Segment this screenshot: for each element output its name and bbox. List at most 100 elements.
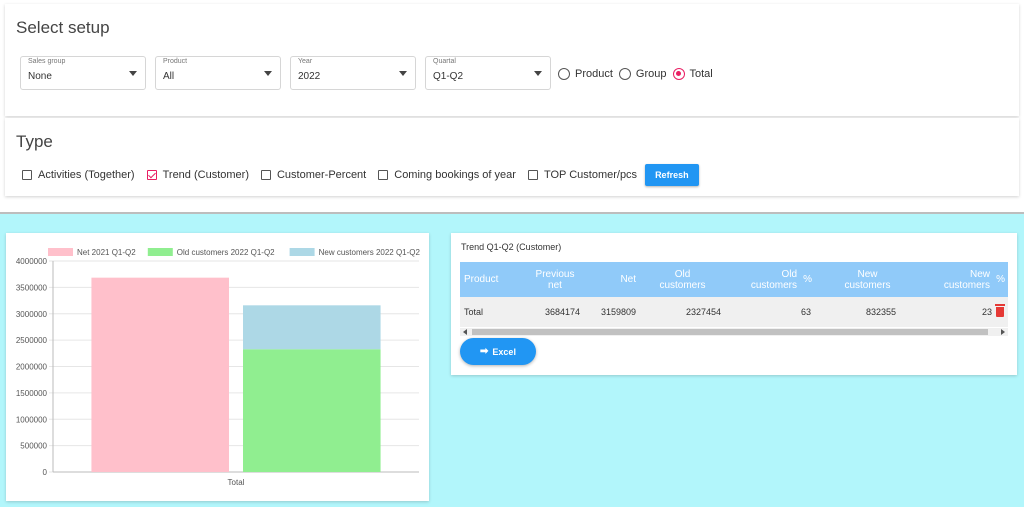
cell-product: Total: [460, 297, 526, 327]
excel-label: Excel: [492, 346, 516, 357]
product-select[interactable]: Product All: [155, 56, 281, 90]
excel-export-button[interactable]: ➡ Excel: [460, 338, 536, 365]
legend-swatch: [289, 248, 315, 256]
select-label: Product: [163, 58, 188, 65]
header-line: customers: [844, 279, 891, 291]
cell-new-pct: 23: [981, 306, 992, 317]
scroll-left-icon[interactable]: [463, 329, 467, 335]
header-text: Net: [620, 274, 636, 285]
table-header-row: Product Previous net Net Old customers O…: [460, 262, 1008, 297]
radio-label: Group: [635, 68, 667, 80]
checkbox-label: Coming bookings of year: [394, 169, 516, 181]
legend-label: Net 2021 Q1-Q2: [77, 248, 136, 257]
trash-icon[interactable]: [995, 304, 1005, 318]
radio-product[interactable]: Product: [558, 68, 613, 80]
refresh-button[interactable]: Refresh: [645, 164, 699, 186]
chart-card: 0 500000 1000000 1500000 2000000 2500000 30000…: [6, 233, 429, 501]
chevron-down-icon: [534, 71, 542, 76]
cell-old-pct: 63: [725, 297, 815, 327]
col-old-customers-pct[interactable]: Old customers %: [725, 262, 815, 297]
setup-title: Select setup: [16, 18, 110, 37]
cell-old-customers: 2327454: [640, 297, 725, 327]
y-tick-label: 2500000: [16, 336, 48, 345]
col-new-customers-pct[interactable]: New customers %: [900, 262, 1008, 297]
y-tick-label: 0: [43, 468, 48, 477]
select-label: Quartal: [433, 58, 456, 65]
checkbox-box: [146, 170, 157, 180]
col-net[interactable]: Net: [584, 262, 640, 297]
type-title: Type: [16, 132, 53, 151]
header-line: net: [548, 279, 562, 291]
year-select[interactable]: Year 2022: [290, 56, 416, 90]
legend-label: Old customers 2022 Q1-Q2: [177, 248, 275, 257]
cell-new-pct-wrap: 23: [900, 297, 1008, 327]
scroll-right-icon[interactable]: [1001, 329, 1005, 335]
header-line: Old: [781, 268, 797, 280]
header-line: customers: [943, 279, 990, 291]
radio-label: Product: [575, 68, 613, 80]
checkbox-coming-bookings[interactable]: Coming bookings of year: [378, 169, 516, 181]
bar-a: [91, 277, 230, 472]
header-line: customers: [750, 279, 797, 291]
x-tick-label: Total: [228, 478, 245, 487]
radio-label: Total: [689, 68, 713, 80]
legend-swatch: [147, 248, 173, 256]
select-label: Sales group: [28, 58, 66, 65]
col-old-customers[interactable]: Old customers: [640, 262, 725, 297]
col-new-customers[interactable]: New customers: [815, 262, 900, 297]
checkbox-trend-customer[interactable]: Trend (Customer): [146, 169, 249, 181]
checkbox-customer-percent[interactable]: Customer-Percent: [260, 169, 367, 181]
radio-circle: [618, 68, 631, 80]
checkbox-label: Customer-Percent: [276, 169, 367, 181]
bar-b: [243, 349, 381, 472]
table-title: Trend Q1-Q2 (Customer): [461, 242, 562, 252]
table-row[interactable]: Total 3684174 3159809 2327454 63 832355 …: [460, 297, 1008, 327]
col-product[interactable]: Product: [460, 262, 526, 297]
table-card: Trend Q1-Q2 (Customer) Product Previous …: [451, 233, 1017, 375]
checkbox-box: [260, 170, 271, 180]
header-percent: %: [996, 274, 1005, 285]
chevron-down-icon: [264, 71, 272, 76]
trend-table: Product Previous net Net Old customers O…: [460, 262, 1008, 327]
y-tick-label: 2000000: [16, 363, 48, 372]
horizontal-scrollbar[interactable]: [460, 328, 1008, 336]
select-value: All: [163, 71, 175, 82]
trend-chart: 0 500000 1000000 1500000 2000000 2500000 30000…: [16, 248, 421, 487]
bar-b: [243, 305, 381, 350]
cell-previous-net: 3684174: [526, 297, 584, 327]
scroll-thumb[interactable]: [472, 329, 988, 335]
y-tick-label: 3000000: [16, 310, 48, 319]
legend-label: New customers 2022 Q1-Q2: [319, 248, 421, 257]
header-percent: %: [803, 274, 812, 285]
type-checkbox-row: Activities (Together) Trend (Customer) C…: [22, 164, 699, 186]
col-previous-net[interactable]: Previous net: [526, 262, 584, 297]
checkbox-activities[interactable]: Activities (Together): [22, 169, 135, 181]
grouping-radio-group: Product Group Total: [558, 68, 719, 80]
select-value: Q1-Q2: [433, 71, 464, 82]
sales-group-select[interactable]: Sales group None: [20, 56, 146, 90]
quartal-select[interactable]: Quartal Q1-Q2: [425, 56, 551, 90]
checkbox-box: [527, 170, 538, 180]
checkbox-box: [378, 170, 389, 180]
y-tick-label: 1500000: [16, 389, 48, 398]
type-card: Type Activities (Together) Trend (Custom…: [5, 118, 1019, 196]
checkbox-label: Trend (Customer): [162, 169, 249, 181]
cell-new-customers: 832355: [815, 297, 900, 327]
radio-circle: [672, 68, 685, 80]
radio-group[interactable]: Group: [618, 68, 667, 80]
cell-net: 3159809: [584, 297, 640, 327]
radio-total[interactable]: Total: [672, 68, 713, 80]
setup-card: Select setup Sales group None Product Al…: [5, 4, 1019, 116]
checkbox-top-customer[interactable]: TOP Customer/pcs: [527, 169, 637, 181]
header-line: Old: [674, 268, 691, 280]
header-line: customers: [659, 279, 706, 291]
radio-circle: [558, 68, 570, 80]
y-tick-label: 500000: [20, 442, 47, 451]
checkbox-label: Activities (Together): [38, 169, 135, 181]
header-line: New: [857, 268, 878, 280]
y-tick-label: 4000000: [16, 257, 48, 266]
y-tick-label: 1000000: [16, 415, 48, 424]
section-divider: [0, 212, 1024, 214]
select-label: Year: [298, 58, 313, 65]
chevron-down-icon: [399, 71, 407, 76]
